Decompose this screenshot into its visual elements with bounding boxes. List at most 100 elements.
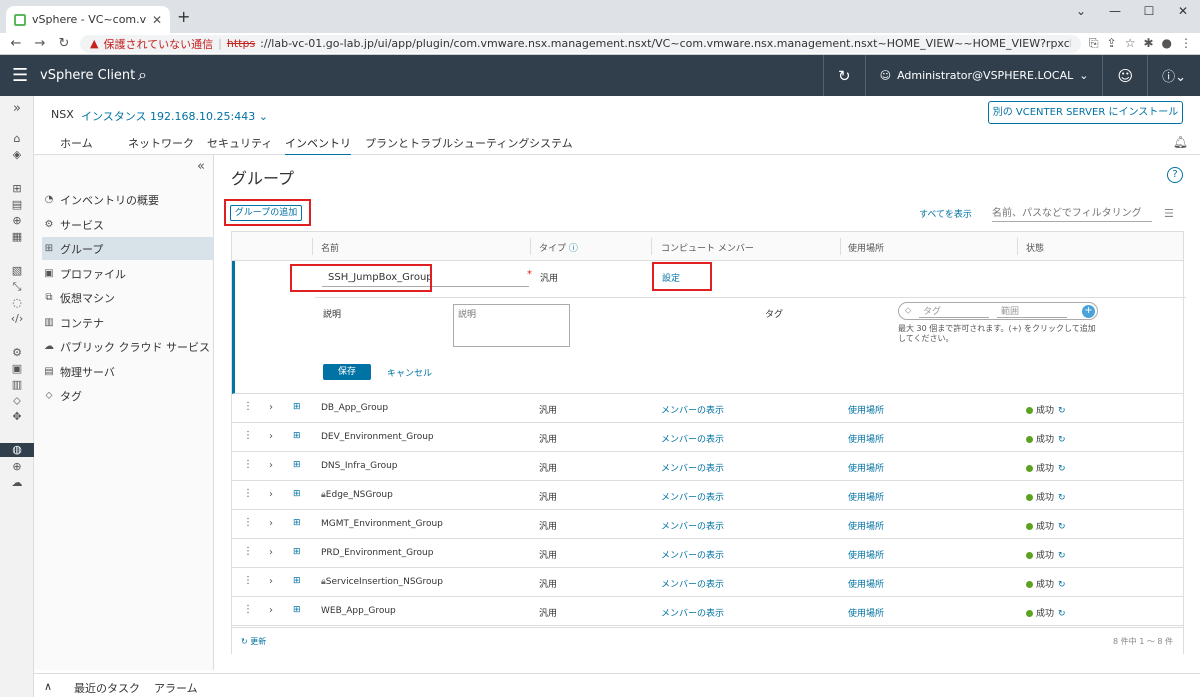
reload-icon[interactable]: ↻: [56, 36, 72, 51]
sidebar-item-profiles[interactable]: ▣ プロファイル: [43, 262, 213, 285]
view-members-link[interactable]: メンバーの表示: [661, 432, 724, 445]
refresh-icon[interactable]: ↻: [824, 67, 865, 85]
info-icon[interactable]: ⓘ: [569, 244, 578, 254]
expand-row-icon[interactable]: ›: [269, 605, 273, 616]
user-menu[interactable]: ☺ Administrator@VSPHERE.LOCAL ⌄: [866, 69, 1103, 82]
add-tag-icon[interactable]: +: [1082, 305, 1095, 318]
refresh-status-icon[interactable]: ↻: [1058, 406, 1066, 416]
workload-management-icon[interactable]: ⤡: [0, 280, 34, 294]
chevron-down-icon[interactable]: ⌄: [1064, 0, 1098, 22]
sidebar-item-containers[interactable]: ▥ コンテナ: [43, 311, 213, 334]
refresh-status-icon[interactable]: ↻: [1058, 551, 1066, 561]
view-members-link[interactable]: メンバーの表示: [661, 403, 724, 416]
sidebar-item-tags[interactable]: ⬦ タグ: [43, 384, 213, 407]
row-actions-icon[interactable]: ⋮: [243, 575, 253, 586]
sidebar-item-physical-servers[interactable]: ▤ 物理サーバ: [43, 360, 213, 383]
view-members-link[interactable]: メンバーの表示: [661, 490, 724, 503]
where-used-link[interactable]: 使用場所: [848, 519, 884, 532]
col-where-used[interactable]: 使用場所: [848, 241, 884, 254]
lifecycle-icon[interactable]: ✥: [0, 410, 34, 423]
view-members-link[interactable]: メンバーの表示: [661, 606, 724, 619]
instance-selector[interactable]: インスタンス 192.168.10.25:443 ⌄: [81, 108, 268, 124]
sidebar-item-services[interactable]: ⚙ サービス: [43, 213, 213, 236]
hosts-clusters-icon[interactable]: ⊞: [0, 182, 34, 195]
view-members-link[interactable]: メンバーの表示: [661, 548, 724, 561]
recent-tasks-tab[interactable]: 最近のタスク: [74, 680, 140, 696]
alarms-tab[interactable]: アラーム: [154, 680, 198, 696]
expand-row-icon[interactable]: ›: [269, 460, 273, 471]
policies-icon[interactable]: ⚙: [0, 346, 34, 359]
vms-templates-icon[interactable]: ▤: [0, 198, 34, 211]
refresh-status-icon[interactable]: ↻: [1058, 609, 1066, 619]
networking-icon[interactable]: ▦: [0, 230, 34, 243]
back-icon[interactable]: ←: [8, 36, 24, 51]
administration-icon[interactable]: ▣: [0, 362, 34, 375]
minimize-icon[interactable]: —: [1098, 0, 1132, 22]
home-icon[interactable]: ⌂: [0, 132, 34, 145]
help-menu-icon[interactable]: ⓘ⌄: [1148, 66, 1200, 85]
global-inventory-icon[interactable]: ◌: [0, 296, 34, 309]
bookmark-star-icon[interactable]: ☆: [1125, 36, 1136, 51]
url-field[interactable]: ▲ 保護されていない通信 | https://lab-vc-01.go-lab.…: [80, 34, 1082, 53]
refresh-status-icon[interactable]: ↻: [1058, 522, 1066, 532]
where-used-link[interactable]: 使用場所: [848, 490, 884, 503]
expand-nav-icon[interactable]: »: [0, 101, 34, 116]
nsx-icon[interactable]: ◍: [0, 443, 34, 457]
row-actions-icon[interactable]: ⋮: [243, 604, 253, 615]
tab-security[interactable]: セキュリティ: [207, 135, 272, 151]
feedback-smiley-icon[interactable]: ☺: [1103, 67, 1147, 85]
scope-input[interactable]: 範囲: [997, 304, 1067, 318]
maximize-icon[interactable]: ☐: [1132, 0, 1166, 22]
refresh-status-icon[interactable]: ↻: [1058, 493, 1066, 503]
search-icon[interactable]: ⌕: [138, 65, 147, 85]
tab-inventory[interactable]: インベントリ: [285, 135, 351, 157]
cancel-button[interactable]: キャンセル: [387, 366, 432, 379]
expand-panel-icon[interactable]: ∧: [44, 680, 52, 693]
browser-tab[interactable]: vSphere - VC~com.vmware.nsx.m ✕: [6, 6, 170, 33]
col-members[interactable]: コンピュート メンバー: [661, 241, 754, 254]
row-actions-icon[interactable]: ⋮: [243, 430, 253, 441]
where-used-link[interactable]: 使用場所: [848, 548, 884, 561]
content-libraries-icon[interactable]: ▧: [0, 264, 34, 277]
storage-icon[interactable]: ⊕: [0, 214, 34, 227]
help-icon[interactable]: ?: [1167, 167, 1183, 183]
description-input[interactable]: [453, 304, 570, 347]
row-actions-icon[interactable]: ⋮: [243, 488, 253, 499]
notifications-bell-icon[interactable]: 🔔︎: [1173, 135, 1188, 149]
expand-row-icon[interactable]: ›: [269, 431, 273, 442]
view-members-link[interactable]: メンバーの表示: [661, 577, 724, 590]
view-members-link[interactable]: メンバーの表示: [661, 461, 724, 474]
browser-menu-icon[interactable]: ⋮: [1180, 36, 1192, 51]
where-used-link[interactable]: 使用場所: [848, 606, 884, 619]
new-tab-icon[interactable]: +: [177, 7, 190, 26]
row-actions-icon[interactable]: ⋮: [243, 459, 253, 470]
row-actions-icon[interactable]: ⋮: [243, 401, 253, 412]
close-tab-icon[interactable]: ✕: [152, 13, 162, 27]
plugin-icon[interactable]: ⊕: [0, 460, 34, 473]
filter-input[interactable]: [992, 206, 1152, 222]
tab-networking[interactable]: ネットワーク: [128, 135, 194, 151]
extensions-icon[interactable]: ✱: [1143, 36, 1153, 51]
expand-row-icon[interactable]: ›: [269, 547, 273, 558]
where-used-link[interactable]: 使用場所: [848, 461, 884, 474]
refresh-status-icon[interactable]: ↻: [1058, 435, 1066, 445]
refresh-button[interactable]: ↻ 更新: [241, 636, 266, 647]
forward-icon[interactable]: →: [32, 36, 48, 51]
translate-icon[interactable]: ⎘: [1089, 36, 1099, 51]
hamburger-menu-icon[interactable]: ☰: [12, 65, 28, 86]
tab-system[interactable]: システム: [529, 135, 573, 151]
expand-row-icon[interactable]: ›: [269, 518, 273, 529]
sidebar-item-public-cloud[interactable]: ☁ パブリック クラウド サービス: [43, 335, 213, 358]
share-icon[interactable]: ⇪: [1107, 36, 1117, 51]
expand-row-icon[interactable]: ›: [269, 576, 273, 587]
close-window-icon[interactable]: ✕: [1166, 0, 1200, 22]
expand-row-icon[interactable]: ›: [269, 489, 273, 500]
tab-home[interactable]: ホーム: [60, 135, 93, 151]
show-all-link[interactable]: すべてを表示: [919, 207, 972, 220]
tag-input[interactable]: タグ: [919, 304, 989, 318]
tags-icon[interactable]: ⬦: [0, 394, 34, 408]
row-actions-icon[interactable]: ⋮: [243, 546, 253, 557]
where-used-link[interactable]: 使用場所: [848, 577, 884, 590]
where-used-link[interactable]: 使用場所: [848, 403, 884, 416]
view-members-link[interactable]: メンバーの表示: [661, 519, 724, 532]
